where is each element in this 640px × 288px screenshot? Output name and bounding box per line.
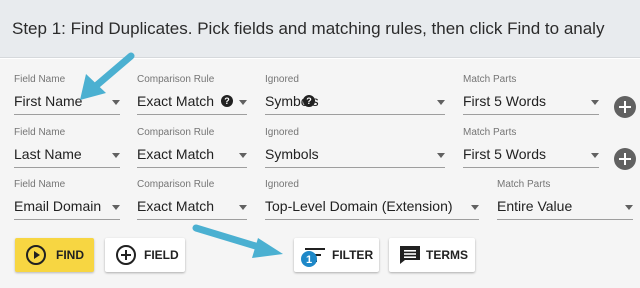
field-name-value: First Name [14,93,83,109]
comparison-rule-label: Comparison Rule [137,179,215,190]
ignored-label: Ignored [265,179,299,190]
add-row-icon[interactable] [614,148,636,170]
dropdown-arrow-icon [437,100,445,105]
ignored-label: Ignored [265,127,299,138]
field-name-value: Email Domain [14,198,102,214]
match-parts-value: Entire Value [497,198,573,214]
add-circle-icon [116,245,136,265]
find-button-label: FIND [56,248,84,262]
field-name-label: Field Name [14,179,66,190]
comparison-rule-value: Exact Match [137,198,215,214]
match-parts-label: Match Parts [463,127,517,138]
help-icon[interactable]: ? [221,95,233,107]
dropdown-arrow-icon [239,153,247,158]
match-parts-label: Match Parts [497,179,551,190]
match-parts-label: Match Parts [463,74,517,85]
ignored-value: Symbols [265,146,319,162]
dropdown-arrow-icon [625,205,633,210]
dropdown-arrow-icon [591,153,599,158]
dropdown-arrow-icon [112,153,120,158]
filter-list-icon [305,248,325,262]
field-name-label: Field Name [14,74,66,85]
add-field-button[interactable]: FIELD [105,238,185,272]
match-parts-value: First 5 Words [463,93,546,109]
dropdown-arrow-icon [112,100,120,105]
comparison-rule-label: Comparison Rule [137,127,215,138]
ignored-label: Ignored [265,74,299,85]
field-name-value: Last Name [14,146,82,162]
dropdown-arrow-icon [591,100,599,105]
comment-icon [400,246,420,264]
comparison-rule-value: Exact Match [137,93,215,109]
play-circle-icon [26,245,46,265]
dropdown-arrow-icon [471,205,479,210]
rules-panel: Field Name First Name Comparison Rule Ex… [0,59,640,288]
terms-button[interactable]: TERMS [389,238,475,272]
field-button-label: FIELD [144,248,179,262]
filter-button[interactable]: FILTER [294,238,379,272]
dropdown-arrow-icon [239,205,247,210]
add-row-icon[interactable] [614,96,636,118]
instructions-text: Step 1: Find Duplicates. Pick fields and… [12,19,605,38]
comparison-rule-value: Exact Match [137,146,215,162]
help-icon[interactable]: ? [303,95,315,107]
find-button[interactable]: FIND [15,238,94,272]
ignored-value: Top-Level Domain (Extension) [265,198,453,214]
filter-button-label: FILTER [332,248,374,262]
dropdown-arrow-icon [239,100,247,105]
field-name-label: Field Name [14,127,66,138]
dropdown-arrow-icon [437,153,445,158]
comparison-rule-label: Comparison Rule [137,74,215,85]
terms-button-label: TERMS [426,248,468,262]
dropdown-arrow-icon [112,205,120,210]
match-parts-value: First 5 Words [463,146,546,162]
instructions-header: Step 1: Find Duplicates. Pick fields and… [0,0,640,58]
